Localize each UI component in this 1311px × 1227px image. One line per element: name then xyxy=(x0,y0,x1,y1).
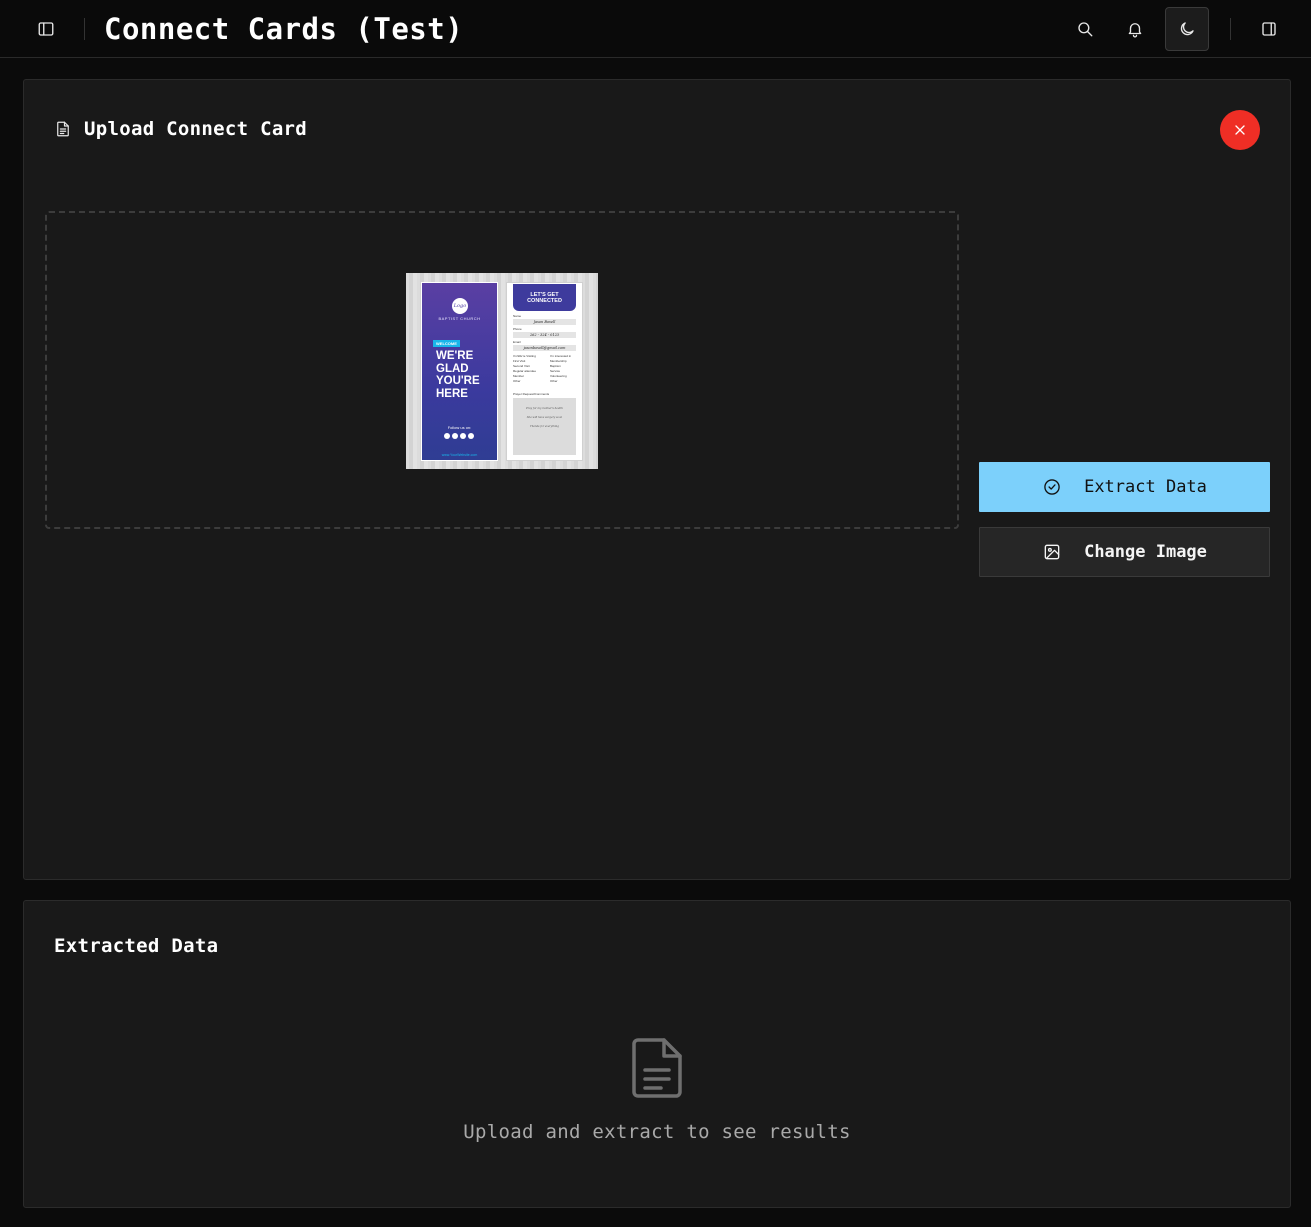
empty-state-message: Upload and extract to see results xyxy=(463,1121,851,1143)
extract-data-button[interactable]: Extract Data xyxy=(979,462,1270,512)
file-text-icon xyxy=(632,1038,682,1098)
preview-headline: WE'RE GLAD YOU'RE HERE xyxy=(436,350,480,400)
preview-notes-box: Pray for my mother's health She will hav… xyxy=(513,398,576,455)
preview-email-label: Email xyxy=(513,340,521,344)
top-bar: Connect Cards (Test) xyxy=(0,0,1311,58)
extracted-data-title: Extracted Data xyxy=(54,935,219,957)
extracted-data-card: Extracted Data Upload and extract to see… xyxy=(23,900,1291,1208)
preview-name-label: Name xyxy=(513,314,522,318)
extract-data-label: Extract Data xyxy=(1084,477,1207,497)
notes-line: Pray for my mother's health xyxy=(526,407,563,410)
preview-visit-checklist: I'm/We're Visiting First Visit Second Vi… xyxy=(513,354,536,384)
instagram-icon xyxy=(460,433,466,439)
preview-right-panel: LET'S GET CONNECTED Name Jason Bovell Ph… xyxy=(506,282,583,461)
check-item: Other xyxy=(550,379,558,383)
theme-toggle-button[interactable] xyxy=(1165,7,1209,51)
youtube-icon xyxy=(468,433,474,439)
facebook-icon xyxy=(452,433,458,439)
close-button[interactable] xyxy=(1220,110,1260,150)
preview-interest-checklist: I'm interested in Membership Baptism Ser… xyxy=(550,354,571,384)
sidebar-toggle-button[interactable] xyxy=(24,7,68,51)
sidebar-toggle-icon xyxy=(38,22,54,36)
preview-phone-label: Phone xyxy=(513,327,522,331)
change-image-label: Change Image xyxy=(1084,542,1207,562)
page-title: Connect Cards (Test) xyxy=(104,12,464,46)
preview-name-value: Jason Bovell xyxy=(513,319,576,325)
moon-icon xyxy=(1180,22,1194,36)
upload-card-header: Upload Connect Card xyxy=(54,118,307,140)
headline-line: GLAD xyxy=(436,362,469,375)
headline-line: HERE xyxy=(436,387,468,400)
preview-church-name: BAPTIST CHURCH xyxy=(438,316,481,321)
preview-left-panel: Logo BAPTIST CHURCH WELCOME WE'RE GLAD Y… xyxy=(421,282,498,461)
check-item: Other xyxy=(513,379,521,383)
empty-state-icon xyxy=(630,1037,684,1099)
heading-line: CONNECTED xyxy=(527,298,562,304)
image-dropzone[interactable]: Logo BAPTIST CHURCH WELCOME WE'RE GLAD Y… xyxy=(45,211,959,529)
upload-card: Upload Connect Card Logo BAPTIST CHURCH … xyxy=(23,79,1291,880)
notes-line: She will have surgery soon xyxy=(526,416,563,419)
preview-website: www.YourWebsite.com xyxy=(441,453,478,457)
upload-card-title: Upload Connect Card xyxy=(84,118,308,140)
twitter-icon xyxy=(444,433,450,439)
preview-social-icons xyxy=(444,433,474,439)
search-button[interactable] xyxy=(1063,7,1107,51)
headline-line: WE'RE xyxy=(436,350,474,362)
headline-line: YOU'RE xyxy=(436,375,480,387)
divider xyxy=(84,18,85,40)
preview-notes-label: Prayer Request/Comments xyxy=(513,392,550,396)
x-icon xyxy=(1235,125,1245,135)
preview-welcome-tag: WELCOME xyxy=(433,340,460,347)
file-icon xyxy=(57,121,69,137)
preview-logo: Logo xyxy=(452,298,468,314)
connect-card-preview-image: Logo BAPTIST CHURCH WELCOME WE'RE GLAD Y… xyxy=(406,273,598,469)
preview-phone-value: 262 - 324 - 0123 xyxy=(513,332,576,338)
bell-icon xyxy=(1128,23,1142,38)
check-circle-icon xyxy=(1044,479,1060,495)
right-panel-toggle-button[interactable] xyxy=(1247,7,1291,51)
image-icon xyxy=(1044,544,1060,560)
notifications-button[interactable] xyxy=(1113,7,1157,51)
divider xyxy=(1230,18,1231,40)
search-icon xyxy=(1078,22,1093,37)
preview-email-value: jasonbovell@gmail.com xyxy=(513,345,576,351)
preview-follow-text: Follow us on: xyxy=(447,425,472,430)
change-image-button[interactable]: Change Image xyxy=(979,527,1270,577)
panel-right-icon xyxy=(1262,22,1276,36)
notes-line: Thanks for everything xyxy=(529,425,560,428)
preview-connect-heading: LET'S GET CONNECTED xyxy=(513,284,576,311)
